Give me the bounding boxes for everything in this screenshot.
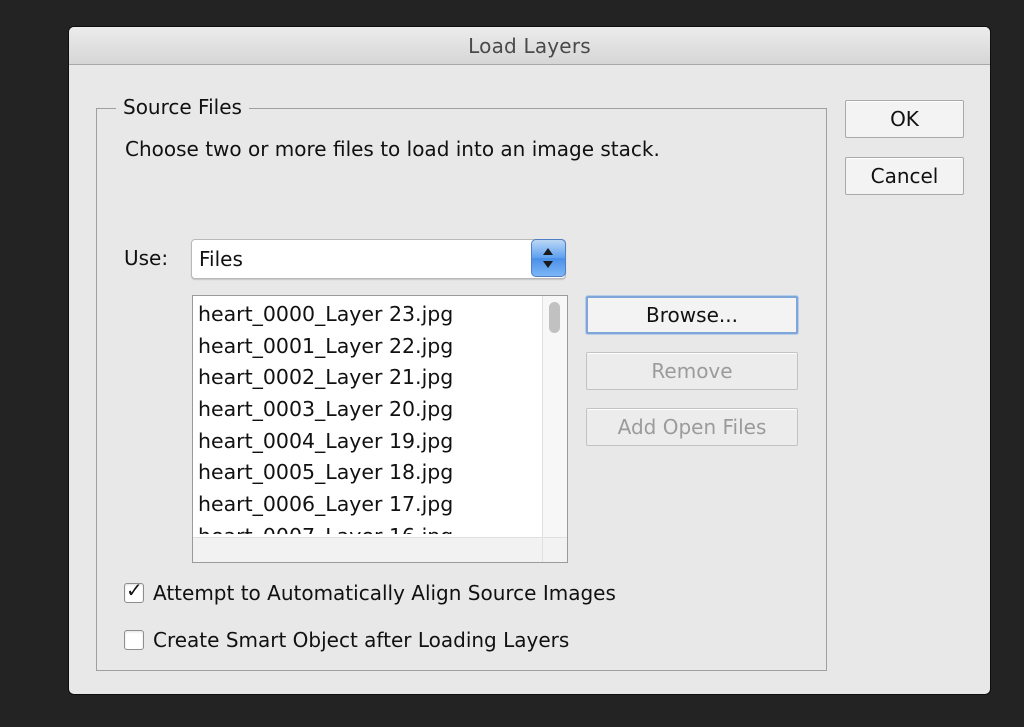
scroll-corner bbox=[542, 537, 567, 562]
align-checkbox[interactable]: ✓ bbox=[124, 579, 144, 603]
browse-button[interactable]: Browse... bbox=[586, 296, 798, 334]
file-list[interactable]: heart_0000_Layer 23.jpg heart_0001_Layer… bbox=[192, 295, 568, 563]
list-item[interactable]: heart_0002_Layer 21.jpg bbox=[193, 359, 542, 391]
horizontal-scrollbar[interactable] bbox=[193, 537, 542, 562]
add-open-files-button[interactable]: Add Open Files bbox=[586, 408, 798, 446]
align-checkbox-label: Attempt to Automatically Align Source Im… bbox=[153, 581, 616, 605]
arrow-up-icon bbox=[543, 248, 553, 255]
smart-object-checkbox-label: Create Smart Object after Loading Layers bbox=[153, 628, 570, 652]
dialog-title: Load Layers bbox=[468, 34, 591, 58]
align-option[interactable]: ✓ Attempt to Automatically Align Source … bbox=[124, 579, 616, 607]
file-list-viewport: heart_0000_Layer 23.jpg heart_0001_Layer… bbox=[193, 296, 542, 534]
title-bar[interactable]: Load Layers bbox=[69, 27, 990, 65]
list-item[interactable]: heart_0006_Layer 17.jpg bbox=[193, 486, 542, 518]
arrow-down-icon bbox=[543, 261, 553, 268]
smart-object-checkbox[interactable] bbox=[124, 630, 144, 650]
list-item[interactable]: heart_0004_Layer 19.jpg bbox=[193, 423, 542, 455]
list-item[interactable]: heart_0001_Layer 22.jpg bbox=[193, 328, 542, 360]
list-item[interactable]: heart_0007_Layer 16.jpg bbox=[193, 518, 542, 534]
select-stepper-arrows-icon[interactable] bbox=[531, 239, 566, 277]
remove-button[interactable]: Remove bbox=[586, 352, 798, 390]
scrollbar-thumb[interactable] bbox=[549, 302, 560, 333]
list-item[interactable]: heart_0000_Layer 23.jpg bbox=[193, 296, 542, 328]
cancel-button[interactable]: Cancel bbox=[845, 157, 964, 195]
list-item[interactable]: heart_0003_Layer 20.jpg bbox=[193, 391, 542, 423]
checkmark-icon: ✓ bbox=[126, 578, 143, 602]
smart-object-option[interactable]: Create Smart Object after Loading Layers bbox=[124, 626, 569, 654]
use-select-value: Files bbox=[199, 247, 243, 271]
load-layers-dialog: Load Layers Source Files Choose two or m… bbox=[69, 27, 990, 694]
list-item[interactable]: heart_0005_Layer 18.jpg bbox=[193, 454, 542, 486]
use-label: Use: bbox=[124, 246, 169, 270]
ok-button[interactable]: OK bbox=[845, 100, 964, 138]
use-select[interactable]: Files bbox=[191, 239, 566, 279]
vertical-scrollbar[interactable] bbox=[542, 296, 567, 537]
instructions-text: Choose two or more files to load into an… bbox=[125, 137, 660, 161]
source-files-legend: Source Files bbox=[116, 95, 249, 119]
